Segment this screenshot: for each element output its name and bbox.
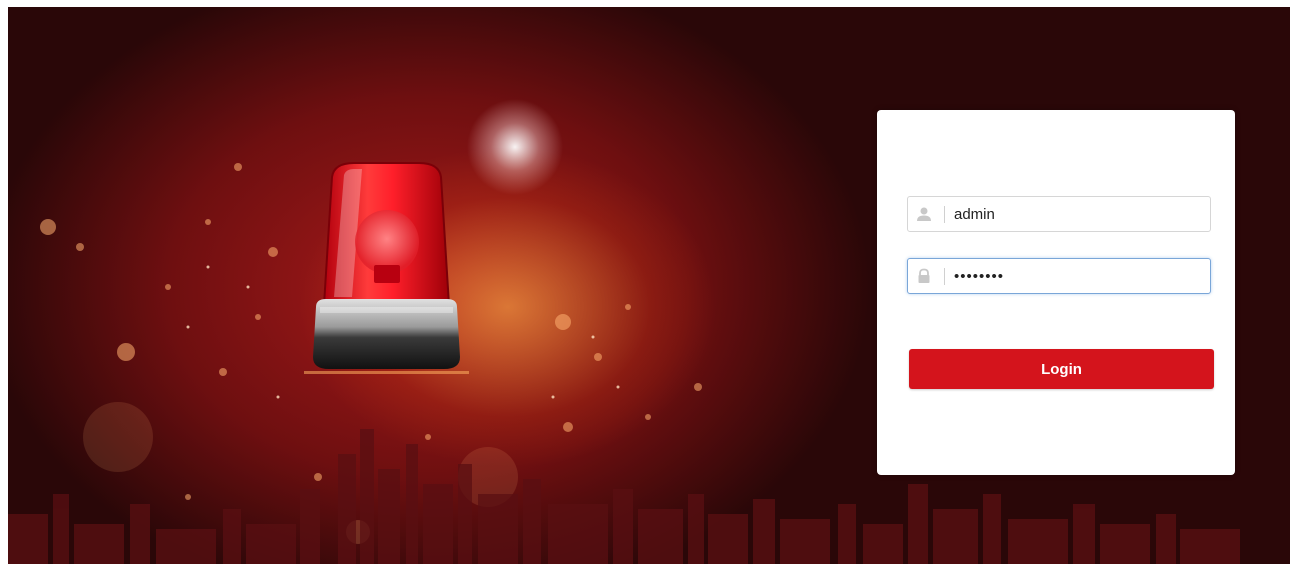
- background-banner: Login: [8, 7, 1290, 564]
- username-field[interactable]: [907, 196, 1211, 232]
- field-divider: [944, 268, 945, 285]
- user-icon: [917, 207, 931, 221]
- password-field[interactable]: [907, 258, 1211, 294]
- password-input[interactable]: [954, 261, 1204, 291]
- siren-icon: [304, 162, 469, 374]
- username-input[interactable]: [954, 199, 1204, 229]
- lock-icon: [918, 268, 930, 283]
- login-button[interactable]: Login: [909, 349, 1214, 389]
- field-divider: [944, 206, 945, 223]
- login-panel: Login: [877, 110, 1235, 475]
